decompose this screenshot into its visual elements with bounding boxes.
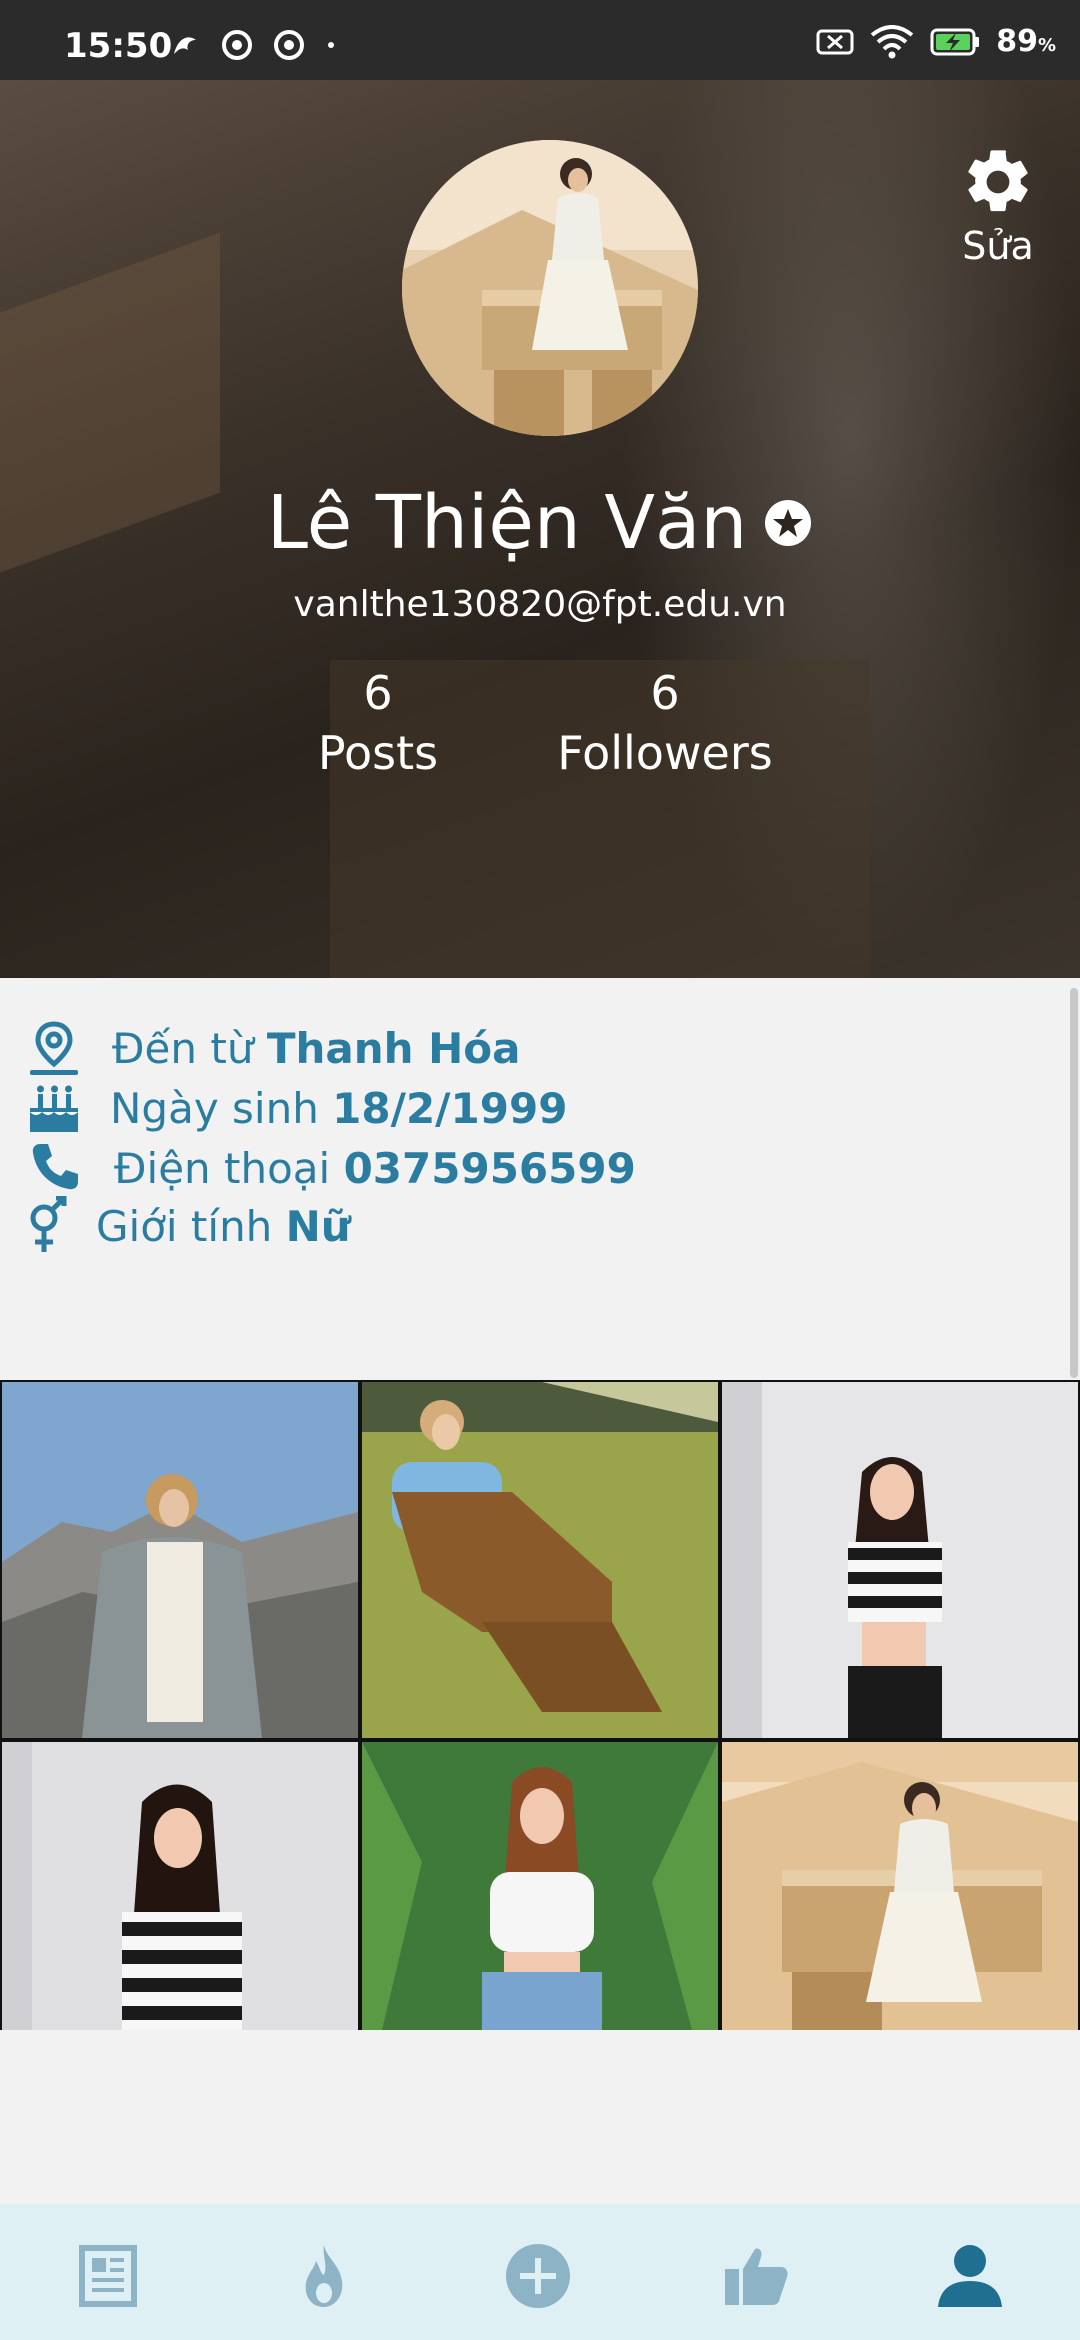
nav-profile[interactable] bbox=[930, 2240, 1010, 2312]
system-icons: 89% bbox=[816, 24, 1056, 59]
info-hometown: Đến từ Thanh Hóa bbox=[24, 1018, 520, 1078]
trending-icon bbox=[305, 2245, 343, 2307]
sim-off-icon bbox=[816, 29, 854, 54]
stat-label: Followers bbox=[557, 726, 773, 780]
avatar[interactable] bbox=[402, 140, 698, 436]
scrollbar[interactable] bbox=[1070, 988, 1078, 1378]
location-pin-icon bbox=[30, 1021, 78, 1075]
edit-label: Sửa bbox=[962, 224, 1034, 268]
status-bar: 15:50 89% bbox=[0, 0, 1080, 80]
notification-app-icon bbox=[222, 30, 252, 60]
gender-icon bbox=[30, 1196, 67, 1252]
photo-4[interactable] bbox=[2, 1742, 358, 2030]
gear-icon bbox=[968, 150, 1028, 212]
photo-5[interactable] bbox=[362, 1742, 718, 2030]
nav-trending[interactable] bbox=[284, 2240, 364, 2312]
nav-add-post[interactable] bbox=[498, 2240, 578, 2312]
info-gender: Giới tính Nữ bbox=[24, 1196, 351, 1256]
stat-value: 6 bbox=[650, 666, 680, 720]
news-icon bbox=[79, 2245, 137, 2307]
battery-charging-icon bbox=[930, 28, 980, 55]
nav-like[interactable] bbox=[716, 2240, 796, 2312]
edit-profile-button[interactable]: Sửa bbox=[950, 144, 1046, 268]
info-value: 0375956599 bbox=[343, 1143, 636, 1193]
info-label: Giới tính bbox=[96, 1201, 273, 1251]
notification-icons bbox=[168, 28, 338, 62]
stat-value: 6 bbox=[363, 666, 393, 720]
add-post-icon bbox=[506, 2244, 570, 2308]
stat-followers[interactable]: 6 Followers bbox=[540, 666, 790, 780]
info-label: Đến từ bbox=[112, 1023, 254, 1073]
wifi-icon bbox=[870, 24, 914, 58]
info-value: Thanh Hóa bbox=[266, 1023, 521, 1073]
phone-icon bbox=[32, 1144, 78, 1190]
profile-info: Đến từ Thanh Hóa Ngày sinh 18/2/1999 Điệ… bbox=[0, 978, 1080, 1380]
stat-label: Posts bbox=[317, 726, 439, 780]
like-icon bbox=[725, 2248, 788, 2305]
birthday-cake-icon bbox=[30, 1085, 78, 1132]
notification-app-icon bbox=[274, 30, 304, 60]
info-value: 18/2/1999 bbox=[332, 1083, 568, 1133]
info-label: Ngày sinh bbox=[110, 1083, 319, 1133]
photo-2[interactable] bbox=[362, 1382, 718, 1738]
profile-icon bbox=[938, 2245, 1002, 2307]
notification-app-icon bbox=[174, 37, 196, 54]
photo-1[interactable] bbox=[2, 1382, 358, 1738]
info-birthday: Ngày sinh 18/2/1999 bbox=[24, 1078, 567, 1138]
photo-grid bbox=[0, 1380, 1080, 2030]
status-time: 15:50 bbox=[64, 26, 173, 66]
nav-news[interactable] bbox=[68, 2240, 148, 2312]
stat-posts[interactable]: 6 Posts bbox=[298, 666, 458, 780]
profile-email: vanlthe130820@fpt.edu.vn bbox=[293, 584, 787, 625]
profile-header: Sửa Lê Thiện Văn vanlthe130820@fpt.edu.v… bbox=[0, 80, 1080, 978]
info-value: Nữ bbox=[285, 1201, 351, 1251]
bottom-navigation bbox=[0, 2204, 1080, 2340]
info-label: Điện thoại bbox=[114, 1143, 331, 1193]
battery-level: 89% bbox=[996, 24, 1056, 59]
verified-star-icon bbox=[765, 500, 812, 546]
profile-name: Lê Thiện Văn bbox=[266, 480, 748, 566]
info-phone: Điện thoại 0375956599 bbox=[24, 1138, 636, 1198]
profile-name-row: Lê Thiện Văn bbox=[0, 480, 1080, 566]
photo-3[interactable] bbox=[722, 1382, 1078, 1738]
dot-icon bbox=[328, 42, 334, 48]
photo-6[interactable] bbox=[722, 1742, 1078, 2030]
